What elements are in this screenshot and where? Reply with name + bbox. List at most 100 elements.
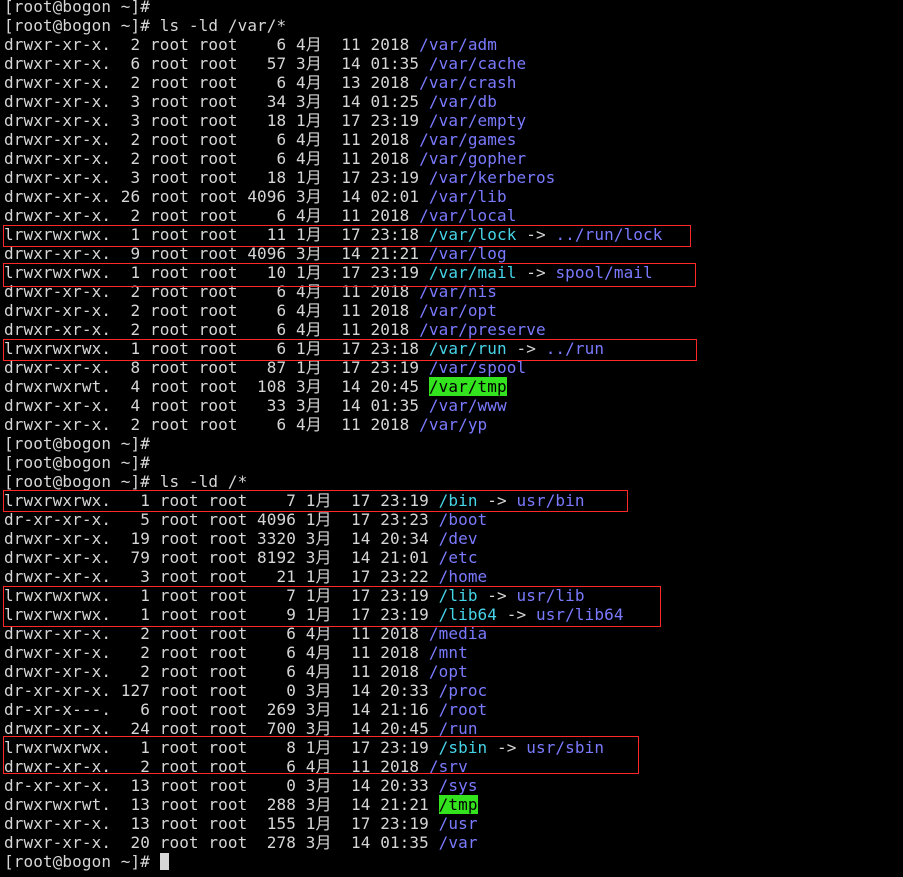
terminal-line: drwxr-xr-x. 19 root root 3320 3月 14 20:3… <box>4 529 478 548</box>
terminal-line: [root@bogon ~]# ls -ld /var/* <box>4 16 286 35</box>
line-text: drwxr-xr-x. 2 root root 6 4月 11 2018 <box>4 643 429 662</box>
line-text: drwxr-xr-x. 13 root root 155 1月 17 23:19 <box>4 814 439 833</box>
directory-name: /var/lib <box>428 187 507 206</box>
terminal-line: lrwxrwxrwx. 1 root root 11 1月 17 23:18 /… <box>4 225 663 244</box>
terminal-line: drwxrwxrwt. 13 root root 288 3月 14 21:21… <box>4 795 478 814</box>
terminal-line: drwxrwxrwt. 4 root root 108 3月 14 20:45 … <box>4 377 507 396</box>
line-text: -> <box>477 586 517 605</box>
terminal-line: drwxr-xr-x. 3 root root 18 1月 17 23:19 /… <box>4 168 555 187</box>
terminal-window[interactable]: [root@bogon ~]# [root@bogon ~]# ls -ld /v… <box>0 0 903 877</box>
line-text: drwxr-xr-x. 2 root root 6 4月 11 2018 <box>4 415 420 434</box>
terminal-line: drwxr-xr-x. 2 root root 6 4月 11 2018 /va… <box>4 301 497 320</box>
symlink-name: /lib <box>438 586 478 605</box>
terminal-line: drwxr-xr-x. 24 root root 700 3月 14 20:45… <box>4 719 478 738</box>
line-text: [root@bogon ~]# ls -ld /var/* <box>4 16 287 35</box>
terminal-line: drwxr-xr-x. 8 root root 87 1月 17 23:19 /… <box>4 358 526 377</box>
line-text: lrwxrwxrwx. 1 root root 6 1月 17 23:18 <box>4 339 429 358</box>
symlink-name: /var/mail <box>428 263 517 282</box>
terminal-line: lrwxrwxrwx. 1 root root 10 1月 17 23:19 /… <box>4 263 653 282</box>
terminal-line: [root@bogon ~]# <box>4 434 150 453</box>
symlink-name: /sbin <box>438 738 488 757</box>
line-text: drwxr-xr-x. 6 root root 57 3月 14 01:35 <box>4 54 429 73</box>
terminal-line: drwxr-xr-x. 9 root root 4096 3月 14 21:21… <box>4 244 507 263</box>
terminal-line: drwxr-xr-x. 2 root root 6 4月 11 2018 /va… <box>4 206 516 225</box>
terminal-line: dr-xr-xr-x. 13 root root 0 3月 14 20:33 /… <box>4 776 478 795</box>
terminal-line: drwxr-xr-x. 2 root root 6 4月 11 2018 /op… <box>4 662 468 681</box>
directory-name: /root <box>438 700 488 719</box>
directory-name: /var/preserve <box>419 320 546 339</box>
directory-name: /run <box>438 719 478 738</box>
line-text: drwxr-xr-x. 2 root root 6 4月 11 2018 <box>4 282 420 301</box>
terminal-line: [root@bogon ~]# <box>4 0 150 16</box>
line-text: dr-xr-x---. 6 root root 269 3月 14 21:16 <box>4 700 439 719</box>
line-text: -> <box>497 605 536 624</box>
directory-name: /media <box>428 624 488 643</box>
terminal-line: drwxr-xr-x. 3 root root 18 1月 17 23:19 /… <box>4 111 526 130</box>
line-text: lrwxrwxrwx. 1 root root 11 1月 17 23:18 <box>4 225 429 244</box>
terminal-line: drwxr-xr-x. 2 root root 6 4月 11 2018 /mn… <box>4 643 468 662</box>
directory-name: /mnt <box>428 643 468 662</box>
line-text: -> <box>516 263 556 282</box>
line-text: [root@bogon ~]# <box>4 453 150 472</box>
directory-name: /var/www <box>428 396 507 415</box>
terminal-line: drwxr-xr-x. 3 root root 21 1月 17 23:22 /… <box>4 567 487 586</box>
terminal-line: drwxr-xr-x. 79 root root 8192 3月 14 21:0… <box>4 548 478 567</box>
terminal-line: drwxr-xr-x. 4 root root 33 3月 14 01:35 /… <box>4 396 507 415</box>
symlink-target: usr/sbin <box>526 738 605 757</box>
terminal-line: drwxr-xr-x. 2 root root 6 4月 11 2018 /va… <box>4 149 526 168</box>
line-text: drwxrwxrwt. 4 root root 108 3月 14 20:45 <box>4 377 429 396</box>
line-text: drwxr-xr-x. 3 root root 21 1月 17 23:22 <box>4 567 439 586</box>
line-text: drwxr-xr-x. 2 root root 6 4月 13 2018 <box>4 73 420 92</box>
line-text: drwxr-xr-x. 4 root root 33 3月 14 01:35 <box>4 396 429 415</box>
line-text: drwxr-xr-x. 2 root root 6 4月 11 2018 <box>4 206 420 225</box>
text-cursor <box>159 853 169 870</box>
terminal-line: drwxr-xr-x. 20 root root 278 3月 14 01:35… <box>4 833 478 852</box>
symlink-target: usr/lib64 <box>535 605 624 624</box>
symlink-target: usr/lib <box>516 586 585 605</box>
line-text: lrwxrwxrwx. 1 root root 10 1月 17 23:19 <box>4 263 429 282</box>
terminal-line: drwxr-xr-x. 2 root root 6 4月 13 2018 /va… <box>4 73 516 92</box>
terminal-line: drwxr-xr-x. 2 root root 6 4月 11 2018 /va… <box>4 130 516 149</box>
terminal-line: [root@bogon ~]# <box>4 453 150 472</box>
sticky-directory-name: /var/tmp <box>428 377 507 396</box>
directory-name: /var/cache <box>428 54 527 73</box>
directory-name: /var <box>438 833 478 852</box>
symlink-target: ../run <box>545 339 605 358</box>
terminal-line: drwxr-xr-x. 13 root root 155 1月 17 23:19… <box>4 814 478 833</box>
terminal-line: drwxr-xr-x. 2 root root 6 4月 11 2018 /va… <box>4 282 497 301</box>
terminal-line: dr-xr-xr-x. 127 root root 0 3月 14 20:33 … <box>4 681 487 700</box>
terminal-line: lrwxrwxrwx. 1 root root 9 1月 17 23:19 /l… <box>4 605 624 624</box>
directory-name: /boot <box>438 510 488 529</box>
line-text: drwxr-xr-x. 3 root root 34 3月 14 01:25 <box>4 92 429 111</box>
directory-name: /usr <box>438 814 478 833</box>
directory-name: /var/yp <box>419 415 488 434</box>
terminal-line: [root@bogon ~]# ls -ld /* <box>4 472 247 491</box>
line-text: -> <box>487 738 527 757</box>
directory-name: /var/adm <box>419 35 498 54</box>
line-text: drwxr-xr-x. 8 root root 87 1月 17 23:19 <box>4 358 429 377</box>
terminal-line: drwxr-xr-x. 2 root root 6 4月 11 2018 /me… <box>4 624 487 643</box>
line-text: lrwxrwxrwx. 1 root root 7 1月 17 23:19 <box>4 491 439 510</box>
line-text: drwxr-xr-x. 79 root root 8192 3月 14 21:0… <box>4 548 439 567</box>
line-text: drwxr-xr-x. 3 root root 18 1月 17 23:19 <box>4 111 429 130</box>
terminal-line: drwxr-xr-x. 2 root root 6 4月 11 2018 /va… <box>4 415 487 434</box>
directory-name: /var/gopher <box>419 149 527 168</box>
terminal-line: drwxr-xr-x. 2 root root 6 4月 11 2018 /va… <box>4 35 497 54</box>
directory-name: /srv <box>428 757 468 776</box>
line-text: lrwxrwxrwx. 1 root root 8 1月 17 23:19 <box>4 738 439 757</box>
directory-name: /proc <box>438 681 488 700</box>
directory-name: /var/games <box>419 130 517 149</box>
symlink-name: /bin <box>438 491 478 510</box>
line-text: drwxr-xr-x. 3 root root 18 1月 17 23:19 <box>4 168 429 187</box>
line-text: drwxr-xr-x. 20 root root 278 3月 14 01:35 <box>4 833 439 852</box>
line-text: dr-xr-xr-x. 13 root root 0 3月 14 20:33 <box>4 776 439 795</box>
line-text: drwxr-xr-x. 2 root root 6 4月 11 2018 <box>4 149 420 168</box>
terminal-line: lrwxrwxrwx. 1 root root 8 1月 17 23:19 /s… <box>4 738 604 757</box>
directory-name: /var/db <box>428 92 498 111</box>
line-text: [root@bogon ~]# <box>4 852 160 871</box>
line-text: lrwxrwxrwx. 1 root root 7 1月 17 23:19 <box>4 586 439 605</box>
symlink-target: usr/bin <box>516 491 585 510</box>
directory-name: /var/crash <box>419 73 517 92</box>
symlink-target: ../run/lock <box>555 225 663 244</box>
directory-name: /etc <box>438 548 478 567</box>
